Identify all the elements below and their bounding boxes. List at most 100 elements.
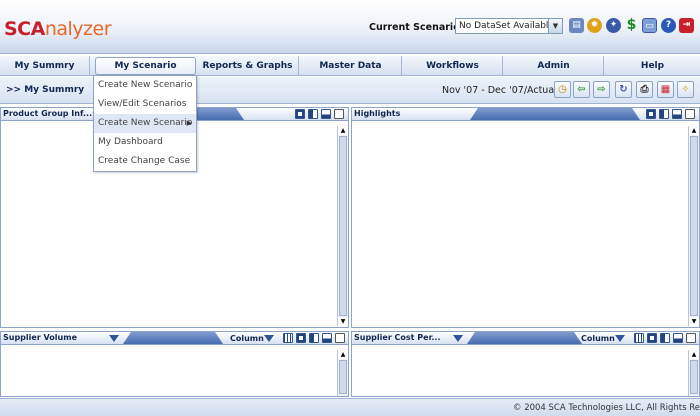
logo-rest-text: nalyzer — [44, 18, 112, 40]
nav-my-scenario[interactable]: My Scenario — [95, 57, 196, 75]
my-scenario-menu: Create New Scenario View/Edit Scenarios … — [93, 75, 197, 172]
menu-item-view-edit-scenarios[interactable]: View/Edit Scenarios — [94, 95, 196, 114]
split-view-icon[interactable] — [659, 109, 669, 119]
table-view-icon[interactable] — [283, 333, 293, 343]
settings-gear-icon[interactable]: ✹ — [587, 18, 602, 33]
nav-reports-graphs[interactable]: Reports & Graphs — [197, 56, 299, 76]
scroll-thumb[interactable] — [339, 136, 347, 316]
vertical-scrollbar[interactable]: ▲ — [337, 350, 348, 396]
panel-header: Supplier Cost Per... Column — [352, 332, 699, 345]
restore-icon[interactable] — [296, 333, 306, 343]
clock-icon[interactable]: ◷ — [554, 81, 571, 98]
submenu-arrow-icon: ▶ — [186, 119, 192, 127]
column-label[interactable]: Column — [230, 334, 264, 343]
panel-dropdown-icon[interactable] — [453, 335, 463, 342]
menu-item-create-new-scenario-submenu[interactable]: Create New Scenario ▶ — [94, 114, 196, 133]
main-nav: My Summry My Scenario Reports & Graphs M… — [0, 55, 700, 76]
scroll-thumb[interactable] — [339, 360, 347, 394]
scroll-down-icon[interactable]: ▼ — [689, 317, 699, 326]
scroll-up-icon[interactable]: ▲ — [338, 126, 348, 135]
print-panel-icon[interactable] — [334, 109, 344, 119]
split-view-icon[interactable] — [308, 109, 318, 119]
minimize-icon[interactable] — [672, 109, 682, 119]
column-label[interactable]: Column — [581, 334, 615, 343]
scenario-select[interactable]: No DataSet Available ▼ — [455, 18, 563, 34]
tools-icon[interactable]: ✦ — [606, 18, 621, 33]
menu-item-label: Create New Scenario — [98, 118, 193, 128]
period-label: Nov '07 - Dec '07/Actual — [442, 85, 557, 96]
scroll-thumb[interactable] — [690, 360, 698, 394]
current-scenario-label: Current Scenario — [369, 22, 460, 33]
nav-master-data[interactable]: Master Data — [300, 56, 402, 76]
menu-item-label: My Dashboard — [98, 137, 163, 147]
menu-item-create-change-case[interactable]: Create Change Case — [94, 152, 196, 171]
split-view-icon[interactable] — [309, 333, 319, 343]
help-icon[interactable]: ? — [661, 18, 676, 33]
scroll-up-icon[interactable]: ▲ — [338, 350, 348, 359]
vertical-scrollbar[interactable]: ▲ ▼ — [337, 126, 348, 326]
app-header: SCAnalyzer Current Scenario No DataSet A… — [0, 0, 700, 54]
minimize-icon[interactable] — [673, 333, 683, 343]
logout-icon[interactable]: ⇥ — [679, 18, 694, 33]
panel-tab-decoration — [123, 332, 223, 344]
print-panel-icon[interactable] — [685, 109, 695, 119]
menu-item-label: Create Change Case — [98, 156, 191, 166]
schedule-icon[interactable]: ✧ — [677, 81, 694, 98]
panel-tab-decoration — [467, 332, 582, 344]
app-logo: SCAnalyzer — [4, 18, 112, 40]
chart-type-dropdown-icon[interactable] — [264, 335, 274, 342]
scroll-down-icon[interactable]: ▼ — [338, 317, 348, 326]
restore-icon[interactable] — [646, 109, 656, 119]
monitor-icon[interactable]: ▭ — [642, 18, 657, 33]
scroll-up-icon[interactable]: ▲ — [689, 350, 699, 359]
panel-title: Supplier Cost Per... — [354, 333, 441, 342]
nav-admin[interactable]: Admin — [504, 56, 604, 76]
menu-item-create-new-scenario[interactable]: Create New Scenario — [94, 76, 196, 95]
forward-arrow-icon[interactable]: ⇨ — [593, 81, 610, 98]
app-footer: © 2004 SCA Technologies LLC, All Rights … — [0, 398, 700, 416]
highlights-panel: Highlights ▲ ▼ — [351, 107, 700, 328]
panel-dropdown-icon[interactable] — [109, 335, 119, 342]
nav-master-data-label: Master Data — [319, 61, 382, 71]
copyright-text: © 2004 SCA Technologies LLC, All Rights … — [513, 403, 700, 413]
vertical-scrollbar[interactable]: ▲ — [688, 350, 699, 396]
dataset-icon[interactable]: ▤ — [569, 18, 584, 33]
nav-workflows-label: Workflows — [426, 61, 479, 71]
nav-help[interactable]: Help — [605, 56, 700, 76]
nav-my-summry[interactable]: My Summry — [0, 56, 90, 76]
supplier-cost-panel: Supplier Cost Per... Column ▲ — [351, 331, 700, 397]
chart-type-dropdown-icon[interactable] — [615, 335, 625, 342]
vertical-scrollbar[interactable]: ▲ ▼ — [688, 126, 699, 326]
split-view-icon[interactable] — [660, 333, 670, 343]
nav-admin-label: Admin — [537, 61, 570, 71]
chevron-down-icon[interactable]: ▼ — [548, 19, 562, 33]
logo-sca-text: SCA — [4, 18, 45, 40]
print-panel-icon[interactable] — [686, 333, 696, 343]
nav-help-label: Help — [640, 61, 665, 71]
scenario-select-value: No DataSet Available — [459, 21, 554, 31]
dollar-icon[interactable]: $ — [624, 18, 639, 33]
supplier-volume-panel: Supplier Volume Column ▲ — [0, 331, 349, 397]
menu-item-label: Create New Scenario — [98, 80, 193, 90]
print-icon[interactable]: ⎙ — [636, 81, 653, 98]
panel-header: Supplier Volume Column — [1, 332, 348, 345]
menu-item-my-dashboard[interactable]: My Dashboard — [94, 133, 196, 152]
minimize-icon[interactable] — [321, 109, 331, 119]
nav-my-scenario-label: My Scenario — [114, 61, 177, 71]
breadcrumb: >> My Summry — [6, 85, 85, 95]
restore-icon[interactable] — [295, 109, 305, 119]
table-view-icon[interactable] — [634, 333, 644, 343]
scroll-up-icon[interactable]: ▲ — [689, 126, 699, 135]
menu-item-label: View/Edit Scenarios — [98, 99, 187, 109]
back-arrow-icon[interactable]: ⇦ — [573, 81, 590, 98]
nav-workflows[interactable]: Workflows — [403, 56, 503, 76]
minimize-icon[interactable] — [322, 333, 332, 343]
refresh-icon[interactable]: ↻ — [615, 81, 632, 98]
print-panel-icon[interactable] — [335, 333, 345, 343]
restore-icon[interactable] — [647, 333, 657, 343]
report-icon[interactable]: ▦ — [657, 81, 674, 98]
scroll-thumb[interactable] — [690, 136, 698, 316]
panel-title: Supplier Volume — [3, 333, 77, 342]
panel-tab-decoration — [470, 108, 640, 120]
nav-reports-graphs-label: Reports & Graphs — [202, 61, 293, 71]
